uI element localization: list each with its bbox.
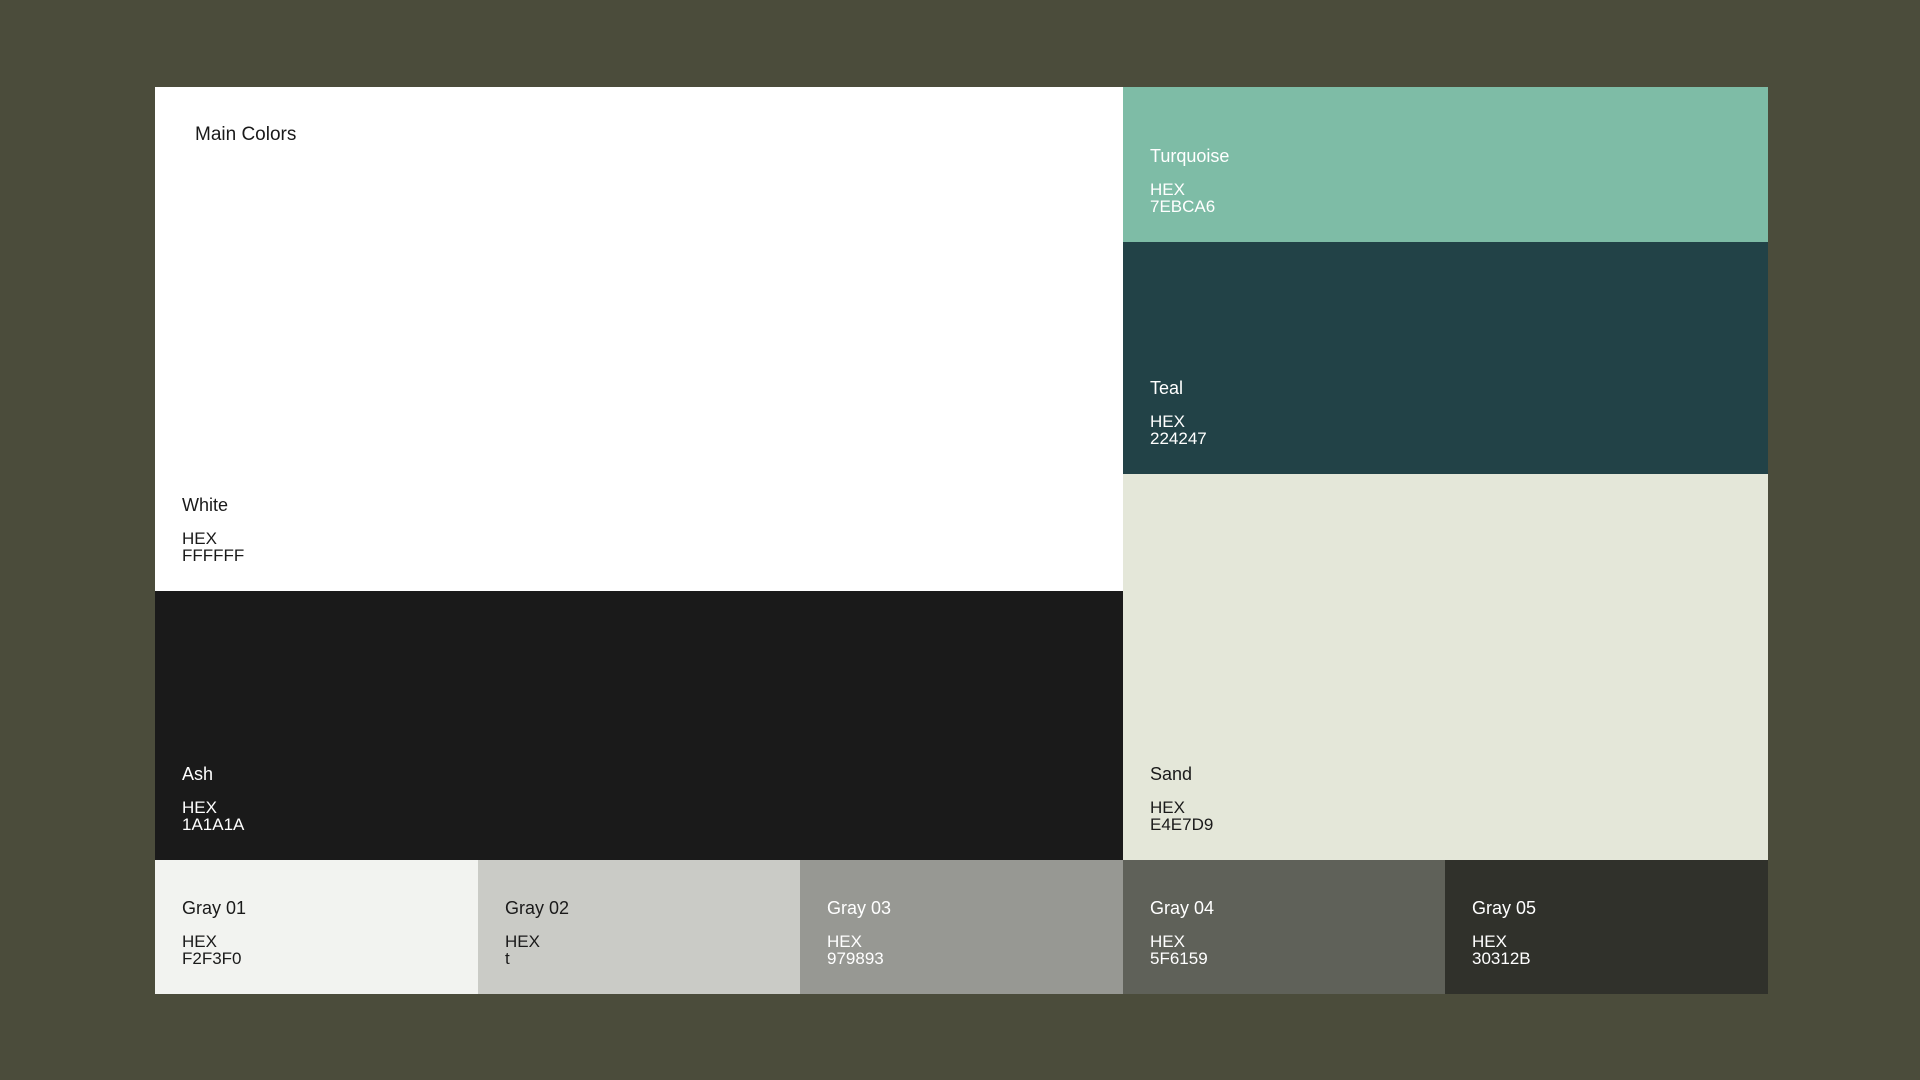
hex-value: 979893 — [827, 949, 884, 968]
swatch-name: White — [182, 495, 229, 515]
swatch-gray-05: Gray 05 HEX 30312B — [1445, 860, 1768, 994]
hex-value: 1A1A1A — [182, 815, 245, 834]
hex-label: HEX — [1472, 932, 1507, 951]
hex-label: HEX — [827, 932, 862, 951]
swatch-name: Turquoise — [1150, 146, 1230, 166]
hex-label: HEX — [1150, 180, 1185, 199]
swatch-ash: Ash HEX 1A1A1A — [155, 591, 1123, 860]
swatch-turquoise: Turquoise HEX 7EBCA6 — [1123, 87, 1768, 242]
swatch-gray-04: Gray 04 HEX 5F6159 — [1123, 860, 1445, 994]
color-palette-board: Main Colors White HEX FFFFFF Ash HEX 1A1… — [155, 87, 1768, 994]
swatch-name: Gray 01 — [182, 898, 247, 918]
swatch-name: Gray 04 — [1150, 898, 1215, 918]
hex-label: HEX — [505, 932, 540, 951]
hex-label: HEX — [1150, 798, 1185, 817]
swatch-teal: Teal HEX 224247 — [1123, 242, 1768, 474]
hex-label: HEX — [1150, 412, 1185, 431]
hex-value: F2F3F0 — [182, 949, 242, 968]
hex-label: HEX — [182, 798, 217, 817]
swatch-name: Gray 05 — [1472, 898, 1537, 918]
swatch-name: Gray 02 — [505, 898, 570, 918]
hex-label: HEX — [182, 529, 217, 548]
swatch-gray-01: Gray 01 HEX F2F3F0 — [155, 860, 478, 994]
hex-value: 30312B — [1472, 949, 1531, 968]
swatch-name: Teal — [1150, 378, 1184, 398]
hex-label: HEX — [1150, 932, 1185, 951]
swatch-sand: Sand HEX E4E7D9 — [1123, 474, 1768, 860]
hex-value: 7EBCA6 — [1150, 197, 1216, 216]
hex-label: HEX — [182, 932, 217, 951]
swatch-name: Sand — [1150, 764, 1193, 784]
swatch-name: Gray 03 — [827, 898, 892, 918]
hex-value: t — [505, 949, 510, 968]
hex-value: FFFFFF — [182, 546, 245, 565]
hex-value: 224247 — [1150, 429, 1207, 448]
hex-value: 5F6159 — [1150, 949, 1208, 968]
swatch-gray-02: Gray 02 HEX t — [478, 860, 800, 994]
swatch-gray-03: Gray 03 HEX 979893 — [800, 860, 1123, 994]
swatch-name: Ash — [182, 764, 214, 784]
swatch-white: Main Colors White HEX FFFFFF — [155, 87, 1123, 591]
section-title: Main Colors — [195, 124, 297, 145]
hex-value: E4E7D9 — [1150, 815, 1214, 834]
